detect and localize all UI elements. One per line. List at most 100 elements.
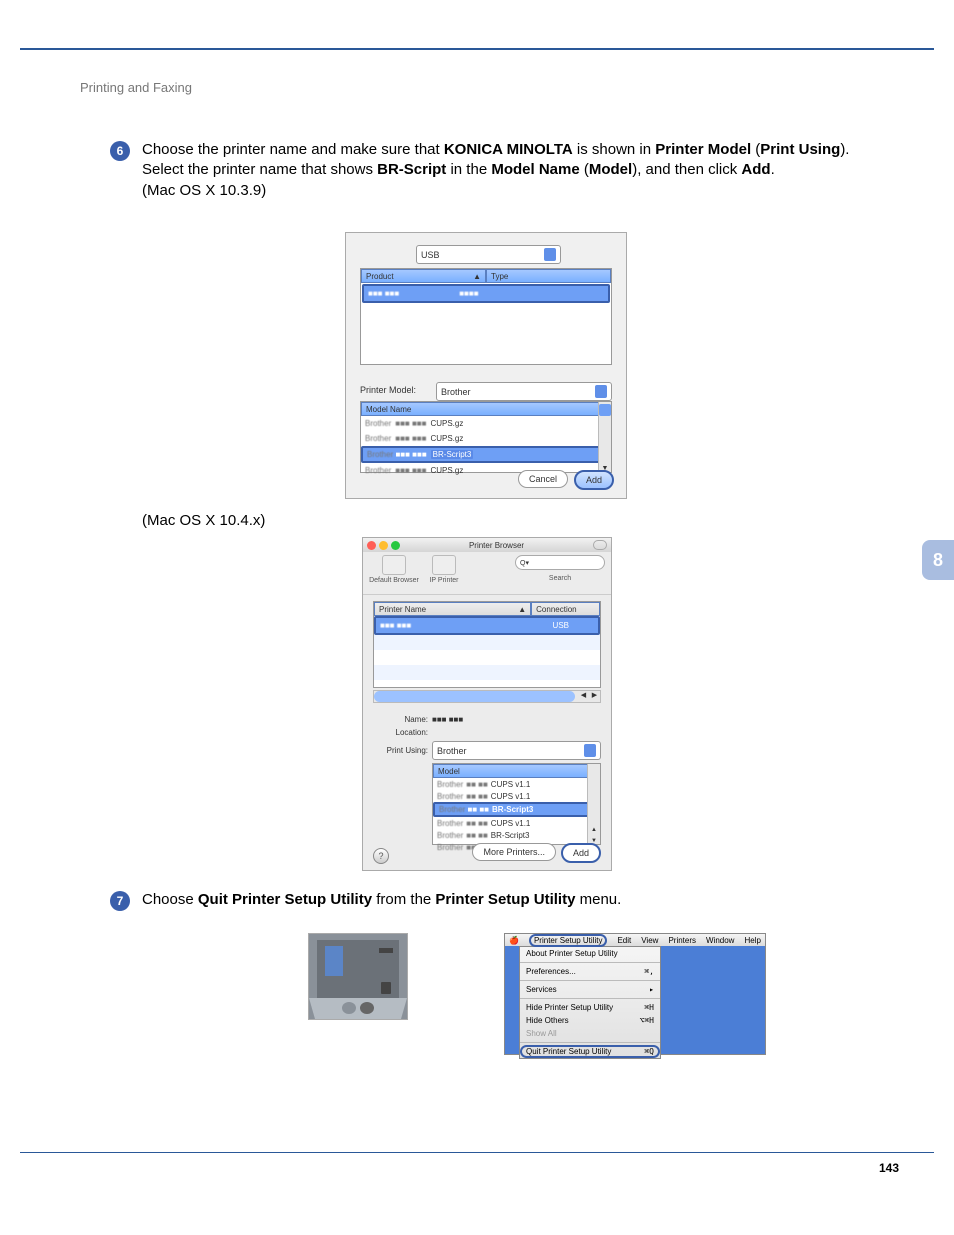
model-row[interactable]: Brother ■■ ■■ CUPS v1.1 xyxy=(433,817,600,829)
text-bold: Quit Printer Setup Utility xyxy=(198,891,372,908)
name-value: ■■■ ■■■ xyxy=(432,715,463,724)
connection-value: USB xyxy=(421,250,440,260)
col-type[interactable]: Type xyxy=(486,269,611,283)
col-label: Printer Name xyxy=(379,605,426,614)
about-item[interactable]: About Printer Setup Utility xyxy=(520,947,660,960)
model-row[interactable]: Brother ■■■ ■■■ CUPS.gz xyxy=(361,416,611,431)
cell: Brother xyxy=(365,434,391,443)
minimize-icon[interactable] xyxy=(379,541,388,550)
traffic-lights[interactable] xyxy=(367,541,400,550)
hide-item[interactable]: Hide Printer Setup Utility⌘H xyxy=(520,1001,660,1014)
col-model-name[interactable]: Model Name xyxy=(361,402,611,416)
label: IP Printer xyxy=(429,577,458,584)
print-using-value: Brother xyxy=(437,746,467,756)
help-menu[interactable]: Help xyxy=(744,936,760,945)
cell: Brother ■■ ■■ xyxy=(439,805,489,814)
search-input[interactable]: Q▾ xyxy=(515,555,605,570)
h-scrollbar[interactable]: ◀▶ xyxy=(373,690,601,703)
label: Services xyxy=(526,985,557,994)
text: menu. xyxy=(575,891,621,908)
col-model[interactable]: Model xyxy=(433,764,600,778)
shortcut: ⌘Q xyxy=(644,1047,654,1056)
prefs-item[interactable]: Preferences...⌘, xyxy=(520,965,660,978)
label: Quit Printer Setup Utility xyxy=(526,1047,611,1056)
page-number: 143 xyxy=(879,1161,899,1175)
printer-model-select[interactable]: Brother xyxy=(436,382,612,401)
product-list[interactable]: Product ▲ Type ■■■ ■■■ ■■■■ xyxy=(360,268,612,365)
col-product[interactable]: Product ▲ xyxy=(361,269,486,283)
submenu-arrow-icon: ▸ xyxy=(649,985,654,994)
model-list[interactable]: Model Brother ■■ ■■ CUPS v1.1 Brother ■■… xyxy=(432,763,601,845)
printers-menu[interactable]: Printers xyxy=(668,936,696,945)
apple-icon[interactable]: 🍎 xyxy=(509,936,519,945)
cell: Brother xyxy=(437,831,463,840)
text: ), and then click xyxy=(632,161,741,178)
model-row[interactable]: Brother ■■ ■■ CUPS v1.1 xyxy=(433,778,600,790)
cell: ■■■■ xyxy=(459,289,478,298)
help-button[interactable]: ? xyxy=(373,848,389,864)
window-menu[interactable]: Window xyxy=(706,936,734,945)
add-button[interactable]: Add xyxy=(574,470,614,490)
breadcrumb: Printing and Faxing xyxy=(80,80,192,95)
cell: ■■■ ■■■ xyxy=(380,621,411,630)
print-using-label: Print Using: xyxy=(373,746,428,755)
text-bold: KONICA MINOLTA xyxy=(444,141,573,158)
header-rule xyxy=(20,48,934,50)
print-using-select[interactable]: Brother xyxy=(432,741,601,760)
text-bold: Add xyxy=(741,161,770,178)
show-all-item: Show All xyxy=(520,1027,660,1040)
model-row[interactable]: Brother ■■■ ■■■ CUPS.gz xyxy=(361,431,611,446)
more-printers-button[interactable]: More Printers... xyxy=(472,843,556,861)
app-menu[interactable]: Printer Setup Utility xyxy=(529,934,607,947)
shortcut: ⌥⌘H xyxy=(640,1016,654,1025)
printer-model-value: Brother xyxy=(441,387,471,397)
services-item[interactable]: Services ▸ xyxy=(520,983,660,996)
close-icon[interactable] xyxy=(367,541,376,550)
ip-printer-button[interactable]: IP Printer xyxy=(419,555,469,584)
quit-item[interactable]: Quit Printer Setup Utility ⌘Q xyxy=(520,1045,660,1058)
scrollbar[interactable]: ▲▼ xyxy=(587,764,600,844)
os-label-2: (Mac OS X 10.4.x) xyxy=(142,512,265,529)
step-7-text: Choose Quit Printer Setup Utility from t… xyxy=(142,890,621,910)
model-row[interactable]: Brother ■■ ■■ CUPS v1.1 xyxy=(433,790,600,802)
text: in the xyxy=(446,161,491,178)
step-6-text: Choose the printer name and make sure th… xyxy=(142,140,892,201)
globe-icon xyxy=(432,555,456,575)
cell: CUPS.gz xyxy=(430,466,463,475)
col-connection[interactable]: Connection xyxy=(531,602,600,616)
edit-menu[interactable]: Edit xyxy=(617,936,631,945)
view-menu[interactable]: View xyxy=(641,936,658,945)
col-label: Product xyxy=(366,272,394,281)
step-bullet-7: 7 xyxy=(110,891,130,911)
scrollbar[interactable]: ▼ xyxy=(598,402,611,472)
model-row-selected[interactable]: Brother ■■■ ■■■ BR-Script3 xyxy=(361,446,611,463)
connection-select[interactable]: USB xyxy=(416,245,561,264)
model-row[interactable]: Brother ■■ ■■ BR-Script3 xyxy=(433,829,600,841)
col-printer-name[interactable]: Printer Name ▲ xyxy=(374,602,531,616)
model-row-selected[interactable]: Brother ■■ ■■ BR-Script3 xyxy=(433,802,600,817)
cell: ■■ ■■ xyxy=(466,780,488,789)
printer-row[interactable]: ■■■ ■■■ USB xyxy=(376,618,598,633)
printer-row[interactable] xyxy=(374,635,600,650)
text-bold: Model xyxy=(589,161,632,178)
model-list[interactable]: Model Name Brother ■■■ ■■■ CUPS.gz Broth… xyxy=(360,401,612,473)
cell: Brother xyxy=(437,843,463,852)
window-titlebar[interactable]: Printer Browser xyxy=(363,538,611,552)
text-bold: Model Name xyxy=(491,161,579,178)
toolbar-pill-icon[interactable] xyxy=(593,540,607,550)
default-browser-button[interactable]: Default Browser xyxy=(369,555,419,584)
text-bold: Printer Setup Utility xyxy=(435,891,575,908)
add-button[interactable]: Add xyxy=(561,843,601,863)
printer-row[interactable] xyxy=(374,665,600,680)
printer-row[interactable] xyxy=(374,650,600,665)
hide-others-item[interactable]: Hide Others⌥⌘H xyxy=(520,1014,660,1027)
cancel-button[interactable]: Cancel xyxy=(518,470,568,488)
cell: ■■■ ■■■ xyxy=(395,434,426,443)
zoom-icon[interactable] xyxy=(391,541,400,550)
cell: Brother xyxy=(365,466,391,475)
cell: ■■ ■■ xyxy=(466,831,488,840)
cell: CUPS v1.1 xyxy=(491,819,531,828)
product-row[interactable]: ■■■ ■■■ ■■■■ xyxy=(364,286,608,301)
printer-list[interactable]: Printer Name ▲ Connection ■■■ ■■■ USB xyxy=(373,601,601,688)
cell: Brother xyxy=(437,819,463,828)
